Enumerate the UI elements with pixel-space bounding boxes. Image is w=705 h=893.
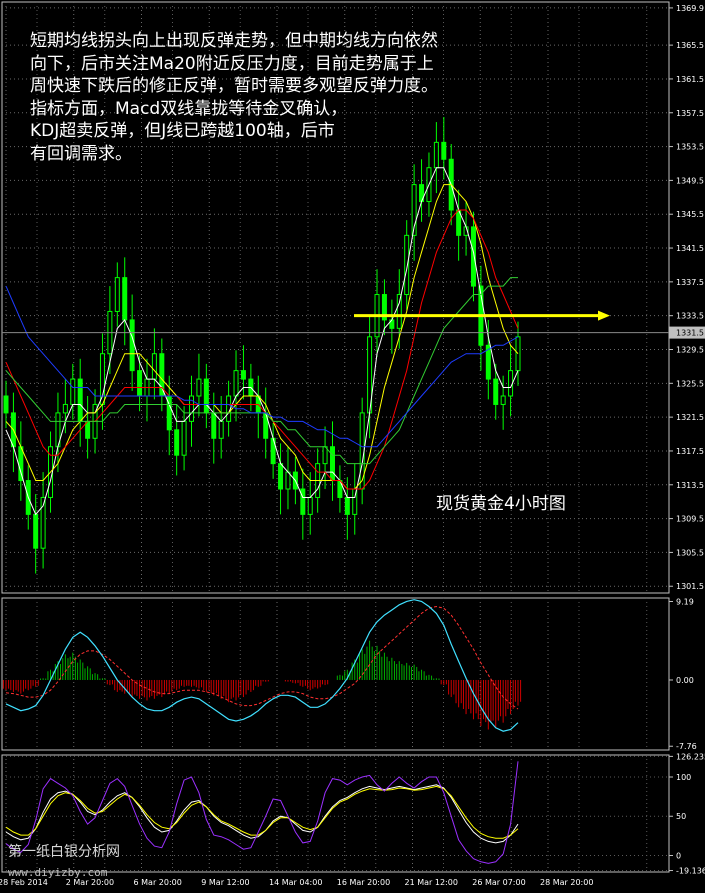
candle-body [151, 353, 157, 380]
candle-body [404, 234, 410, 296]
macd-tick-label: -7.76 [676, 742, 697, 751]
kdj-tick-label: 50 [676, 812, 686, 821]
candle-body [322, 446, 328, 465]
candle-body [3, 395, 9, 414]
candle-body [470, 226, 476, 287]
kdj-tick-label: 100 [676, 773, 691, 782]
candle-body [233, 370, 239, 397]
watermark: 第一纸白银分析网 [8, 844, 120, 860]
annotation-line: 周快速下跌后的修正反弹，暂时需要多观望反弹力度。 [30, 76, 438, 97]
price-tick-label: 1365.5 [676, 41, 704, 50]
annotation-line: 有回调需求。 [30, 143, 132, 164]
candle-body [70, 378, 76, 405]
x-tick-label: 28 Mar 20:00 [540, 878, 593, 887]
analysis-annotation: 短期均线拐头向上出现反弹走势，但中期均线方向依然 向下，后市关注Ma20附近反压… [30, 30, 570, 166]
price-tick-label: 1309.5 [676, 515, 704, 524]
annotation-line: KDJ超卖反弹，但J线已跨越100轴，后市 [30, 121, 335, 142]
x-tick-label: 14 Mar 04:00 [269, 878, 322, 887]
price-tick-label: 1333.5 [676, 312, 704, 321]
x-tick-label: 2 Mar 20:00 [66, 878, 114, 887]
price-tick-label: 1345.5 [676, 210, 704, 219]
chart-label: 现货黄金4小时图 [436, 494, 566, 514]
candle-body [137, 370, 143, 397]
candle-body [77, 378, 83, 422]
candle-body [329, 446, 335, 482]
candle-body [129, 319, 135, 372]
price-tick-label: 1353.5 [676, 143, 704, 152]
price-tick-label: 1337.5 [676, 278, 704, 287]
price-tick-label: 1313.5 [676, 481, 704, 490]
kdj-tick-label: 126.235 [676, 752, 705, 761]
candle-body [344, 496, 350, 515]
x-tick-label: 26 Mar 07:00 [472, 878, 525, 887]
candle-body [396, 294, 402, 329]
candle-body [493, 378, 499, 405]
price-tick-label: 1361.5 [676, 75, 704, 84]
candle-body [196, 378, 202, 397]
annotation-line: 指标方面，Macd双线靠拢等待金叉确认， [30, 98, 348, 119]
candle-body [114, 277, 120, 312]
kdj-tick-label: -19.1369 [676, 867, 705, 876]
candle-body [174, 429, 180, 456]
price-tick-label: 1349.5 [676, 176, 704, 185]
annotation-line: 短期均线拐头向上出现反弹走势，但中期均线方向依然 [30, 31, 438, 51]
candle-body [240, 370, 246, 380]
candle-body [307, 496, 313, 515]
x-tick-label: 9 Mar 12:00 [201, 878, 249, 887]
price-tick-label: 1329.5 [676, 345, 704, 354]
candle-body [62, 403, 68, 414]
x-tick-label: 16 Mar 20:00 [337, 878, 390, 887]
kdj-tick-label: 0 [676, 852, 681, 861]
candle-body [122, 277, 128, 321]
candle-body [33, 513, 39, 549]
price-tick-label: 1369.9 [676, 4, 704, 13]
candle-body [181, 420, 187, 456]
macd-tick-label: 9.19 [676, 598, 694, 607]
price-tick-label: 1301.5 [676, 582, 704, 591]
price-tick-label: 1321.5 [676, 413, 704, 422]
candle-body [285, 471, 291, 490]
current-price-label: 1331.5 [676, 329, 704, 338]
x-tick-label: 28 Feb 2014 [0, 878, 48, 887]
price-tick-label: 1305.5 [676, 548, 704, 557]
annotation-line: 向下，后市关注Ma20附近反压力度，目前走势属于上 [30, 53, 434, 74]
price-tick-label: 1357.5 [676, 109, 704, 118]
candle-body [211, 412, 217, 439]
watermark-url: www.diyizby.com [8, 866, 108, 879]
candle-body [218, 420, 224, 439]
x-tick-label: 21 Mar 12:00 [405, 878, 458, 887]
candle-body [278, 463, 284, 490]
price-tick-label: 1317.5 [676, 447, 704, 456]
price-tick-label: 1325.5 [676, 379, 704, 388]
candle-body [85, 420, 91, 439]
candle-body [203, 378, 209, 414]
x-tick-label: 6 Mar 20:00 [134, 878, 182, 887]
candle-body [515, 336, 521, 372]
price-tick-label: 1341.5 [676, 244, 704, 253]
macd-tick-label: 0.00 [676, 676, 694, 685]
candle-body [300, 488, 306, 515]
candle-body [500, 395, 506, 405]
